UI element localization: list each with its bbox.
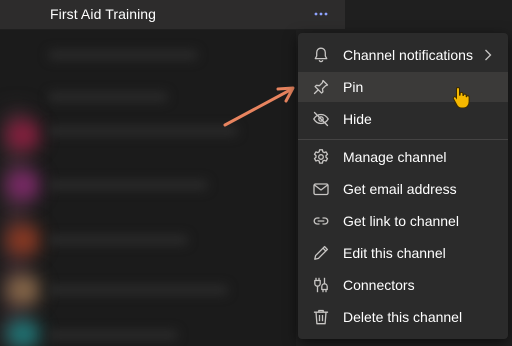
menu-item-get-link-to-channel[interactable]: Get link to channel (298, 206, 508, 236)
blurred-channel-list (0, 30, 296, 346)
menu-item-pin[interactable]: Pin (298, 72, 508, 102)
chevron-right-icon (485, 49, 492, 61)
menu-item-manage-channel[interactable]: Manage channel (298, 142, 508, 172)
menu-item-channel-notifications[interactable]: Channel notifications (298, 40, 508, 70)
menu-item-label: Channel notifications (343, 47, 473, 63)
trash-icon (312, 308, 330, 326)
channel-row[interactable]: First Aid Training (0, 0, 345, 29)
arrow-annotation-icon (223, 86, 295, 127)
menu-item-edit-this-channel[interactable]: Edit this channel (298, 238, 508, 268)
menu-item-get-email-address[interactable]: Get email address (298, 174, 508, 204)
ellipsis-icon (314, 12, 328, 16)
pencil-icon (312, 244, 330, 262)
plug-icon (312, 276, 330, 294)
menu-item-label: Edit this channel (343, 245, 446, 261)
menu-item-label: Get email address (343, 181, 457, 197)
menu-item-label: Delete this channel (343, 309, 463, 325)
bell-icon (312, 46, 330, 64)
gear-icon (312, 148, 330, 166)
menu-item-label: Manage channel (343, 149, 447, 165)
more-options-button[interactable] (308, 4, 334, 24)
menu-item-label: Get link to channel (343, 213, 459, 229)
hand-cursor-icon (452, 86, 470, 108)
pin-icon (312, 78, 330, 96)
menu-item-label: Hide (343, 111, 372, 127)
link-icon (312, 212, 330, 230)
envelope-icon (312, 180, 330, 198)
channel-name: First Aid Training (50, 6, 157, 22)
eye-hidden-icon (312, 110, 330, 128)
menu-item-hide[interactable]: Hide (298, 104, 508, 134)
menu-item-label: Pin (343, 79, 364, 95)
channel-context-menu: Channel notifications Pin Hide Manage ch… (298, 33, 508, 339)
menu-item-connectors[interactable]: Connectors (298, 270, 508, 300)
menu-item-delete-this-channel[interactable]: Delete this channel (298, 302, 508, 332)
menu-divider (298, 139, 508, 140)
menu-item-label: Connectors (343, 277, 415, 293)
